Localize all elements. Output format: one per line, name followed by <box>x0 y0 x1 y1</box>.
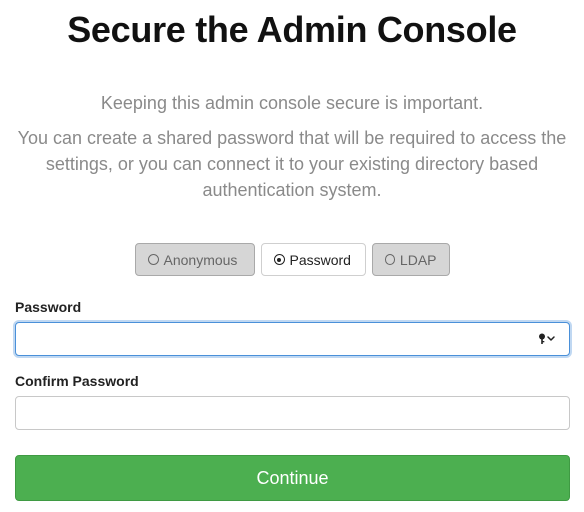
description-text: You can create a shared password that wi… <box>17 128 567 200</box>
password-option-label: Password <box>289 251 351 268</box>
continue-button[interactable]: Continue <box>15 455 570 501</box>
anonymous-option-button[interactable]: Anonymous <box>134 243 255 276</box>
ldap-option-label: LDAP <box>399 251 437 268</box>
secure-admin-console-page: Secure the Admin Console Keeping this ad… <box>0 0 584 512</box>
confirm-password-label: Confirm Password <box>15 373 139 389</box>
password-field[interactable] <box>15 322 570 356</box>
key-icon[interactable] <box>538 332 558 346</box>
anonymous-option-label: Anonymous <box>163 251 238 268</box>
radio-unchecked-icon <box>384 254 395 265</box>
radio-checked-icon <box>273 254 285 265</box>
confirm-password-field[interactable] <box>15 396 570 430</box>
intro-text: Keeping this admin console secure is imp… <box>100 93 484 113</box>
radio-unchecked-icon <box>147 254 159 265</box>
page-title: Secure the Admin Console <box>67 9 517 50</box>
password-label: Password <box>15 299 82 315</box>
auth-mode-selector: Anonymous Password LDAP <box>0 243 584 276</box>
password-option-button[interactable]: Password <box>260 243 366 276</box>
ldap-option-button[interactable]: LDAP <box>371 243 450 276</box>
